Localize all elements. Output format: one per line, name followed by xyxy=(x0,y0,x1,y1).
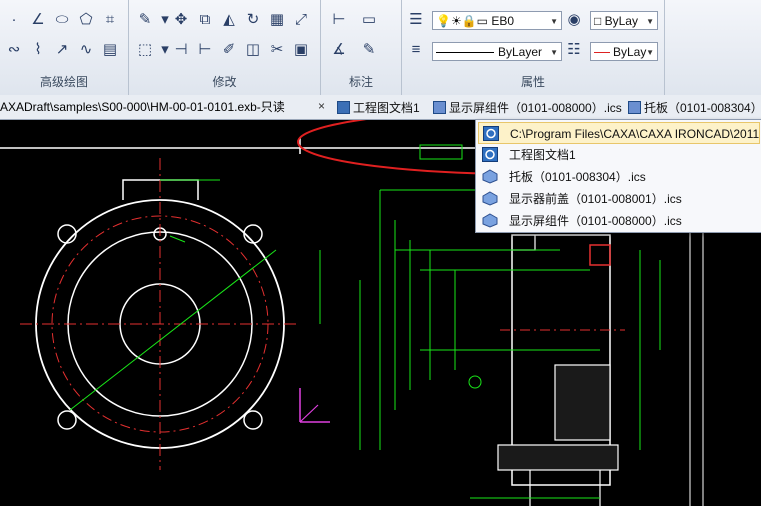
text-dimension-icon[interactable]: ▭ xyxy=(359,9,379,29)
menu-item-display-assembly[interactable]: 显示屏组件（0101-008000）.ics xyxy=(478,210,760,232)
document-tab-bar: AXADraft\samples\S00-000\HM-00-01-0101.e… xyxy=(0,95,761,120)
copy-icon[interactable]: ⧉ xyxy=(195,9,215,29)
mirror-icon[interactable]: ◭ xyxy=(219,9,239,29)
drawing-doc-icon xyxy=(337,101,350,114)
layer-icon[interactable]: ▣ xyxy=(291,39,311,59)
document-path: AXADraft\samples\S00-000\HM-00-01-0101.e… xyxy=(0,100,285,114)
group-label: 属性 xyxy=(520,75,545,89)
group-advanced-draw: · ∠ ⬭ ⬠ ⌗ ∾ ⌇ ↗ ∿ ▤ 高级绘图 xyxy=(0,0,129,95)
flange-front-view xyxy=(20,158,321,470)
line-sample-icon xyxy=(436,52,494,54)
tab-label: 托板（0101-008304）.ics xyxy=(644,101,761,115)
menu-item-ironcad-bin[interactable]: C:\Program Files\CAXA\CAXA IRONCAD\2011\… xyxy=(478,122,760,144)
menu-item-label: C:\Program Files\CAXA\CAXA IRONCAD\2011\… xyxy=(510,127,760,141)
color-swatch-icon: □ xyxy=(594,14,605,28)
chevron-down-icon: ▼ xyxy=(646,17,654,26)
group-modify: ✎ ▾ ✥ ⧉ ◭ ↻ ▦ ⤢ ⬚ ▾ ⊣ ⊢ ✐ ◫ ✂ ▣ 修改 xyxy=(129,0,321,95)
ironcad-part-icon xyxy=(482,213,498,228)
menu-item-pallet[interactable]: 托板（0101-008304）.ics xyxy=(478,166,760,188)
block-icon[interactable]: ▤ xyxy=(100,39,120,59)
angle-icon[interactable]: ∠ xyxy=(28,9,48,29)
scale-icon[interactable]: ⤢ xyxy=(291,9,311,29)
color-combo[interactable]: □ ByLay ▼ xyxy=(590,11,658,30)
menu-item-display-front-cover[interactable]: 显示器前盖（0101-008001）.ics xyxy=(478,188,760,210)
ucs-axis xyxy=(299,388,330,423)
angular-dimension-icon[interactable]: ∡ xyxy=(329,39,349,59)
chevron-down-icon: ▼ xyxy=(550,48,558,57)
group-label: 修改 xyxy=(212,75,237,89)
tab-pallet[interactable]: 托板（0101-008304）.ics xyxy=(626,97,761,119)
extend-icon[interactable]: ⊢ xyxy=(195,39,215,59)
ironcad-app-icon xyxy=(483,126,499,141)
spline-icon[interactable]: ∿ xyxy=(76,39,96,59)
layer-combo[interactable]: 💡☀🔒▭ EB0 ▼ xyxy=(432,11,562,30)
layer-state-icons: 💡☀🔒▭ xyxy=(436,14,492,28)
linetype-manager-icon[interactable]: ≡ xyxy=(406,39,426,59)
menu-item-label: 显示器前盖（0101-008001）.ics xyxy=(509,192,682,206)
ellipse-icon[interactable]: ⬭ xyxy=(52,9,72,29)
break-line-icon[interactable]: ⌇ xyxy=(28,39,48,59)
lineweight-combo-value: ByLay xyxy=(613,45,647,59)
array-icon[interactable]: ▦ xyxy=(267,9,287,29)
brush-icon[interactable]: ✎ xyxy=(135,9,155,29)
linetype-combo[interactable]: ByLayer ▼ xyxy=(432,42,562,61)
menu-item-drawing-doc[interactable]: 工程图文档1 xyxy=(478,144,760,166)
explode-icon[interactable]: ✂ xyxy=(267,39,287,59)
lineweight-combo[interactable]: ByLay ▼ xyxy=(590,42,658,61)
drawing-doc-icon xyxy=(482,147,498,162)
wave-line-icon[interactable]: ∾ xyxy=(4,39,24,59)
linetype-combo-value: ByLayer xyxy=(498,45,543,59)
group-label: 高级绘图 xyxy=(39,75,88,89)
menu-item-label: 托板（0101-008304）.ics xyxy=(509,170,646,184)
ironcad-part-icon xyxy=(482,169,498,184)
dot-icon[interactable]: · xyxy=(4,9,24,29)
menu-item-label: 工程图文档1 xyxy=(509,148,576,162)
group-label: 标注 xyxy=(348,75,373,89)
open-documents-menu: C:\Program Files\CAXA\CAXA IRONCAD\2011\… xyxy=(475,119,761,233)
tab-display-assembly[interactable]: 显示屏组件（0101-008000）.ics xyxy=(431,97,622,119)
hatch-icon[interactable]: ⌗ xyxy=(100,9,120,29)
chamfer-icon[interactable]: ◫ xyxy=(243,39,263,59)
layer-manager-icon[interactable]: ☰ xyxy=(406,9,426,29)
chevron-down-icon: ▼ xyxy=(550,17,558,26)
linear-dimension-icon[interactable]: ⊢ xyxy=(329,9,349,29)
edit-icon[interactable]: ✐ xyxy=(219,39,239,59)
lineweight-icon[interactable]: ☷ xyxy=(564,39,584,59)
group-dimension: ⊢ ▭ ∡ ✎ 标注 xyxy=(321,0,402,95)
color-combo-value: ByLay xyxy=(604,14,638,28)
ribbon: · ∠ ⬭ ⬠ ⌗ ∾ ⌇ ↗ ∿ ▤ 高级绘图 ✎ ▾ ✥ ⧉ ◭ ↻ ▦ ⤢… xyxy=(0,0,761,96)
rotate-icon[interactable]: ↻ xyxy=(243,9,263,29)
tab-label: 工程图文档1 xyxy=(353,101,420,115)
chevron-down-icon: ▼ xyxy=(646,48,654,57)
group-properties: ☰ 💡☀🔒▭ EB0 ▼ ◉ □ ByLay ▼ ≡ ByLayer ▼ ☷ ByLa… xyxy=(402,0,665,95)
text-edit-icon[interactable]: ✎ xyxy=(359,39,379,59)
ironcad-doc-icon xyxy=(628,101,641,114)
layer-combo-value: EB0 xyxy=(491,14,514,28)
menu-item-label: 显示屏组件（0101-008000）.ics xyxy=(509,214,682,228)
red-line-sample-icon xyxy=(594,52,610,54)
rect-select-icon[interactable]: ⬚ xyxy=(135,39,155,59)
trim-icon[interactable]: ⊣ xyxy=(171,39,191,59)
polygon-icon[interactable]: ⬠ xyxy=(76,9,96,29)
close-icon[interactable]: × xyxy=(318,99,325,113)
ironcad-part-icon xyxy=(482,191,498,206)
tab-drawing-doc[interactable]: 工程图文档1 xyxy=(335,97,420,119)
arrow-icon[interactable]: ↗ xyxy=(52,39,72,59)
move-icon[interactable]: ✥ xyxy=(171,9,191,29)
color-wheel-icon[interactable]: ◉ xyxy=(564,9,584,29)
tab-label: 显示屏组件（0101-008000）.ics xyxy=(449,101,622,115)
ironcad-doc-icon xyxy=(433,101,446,114)
